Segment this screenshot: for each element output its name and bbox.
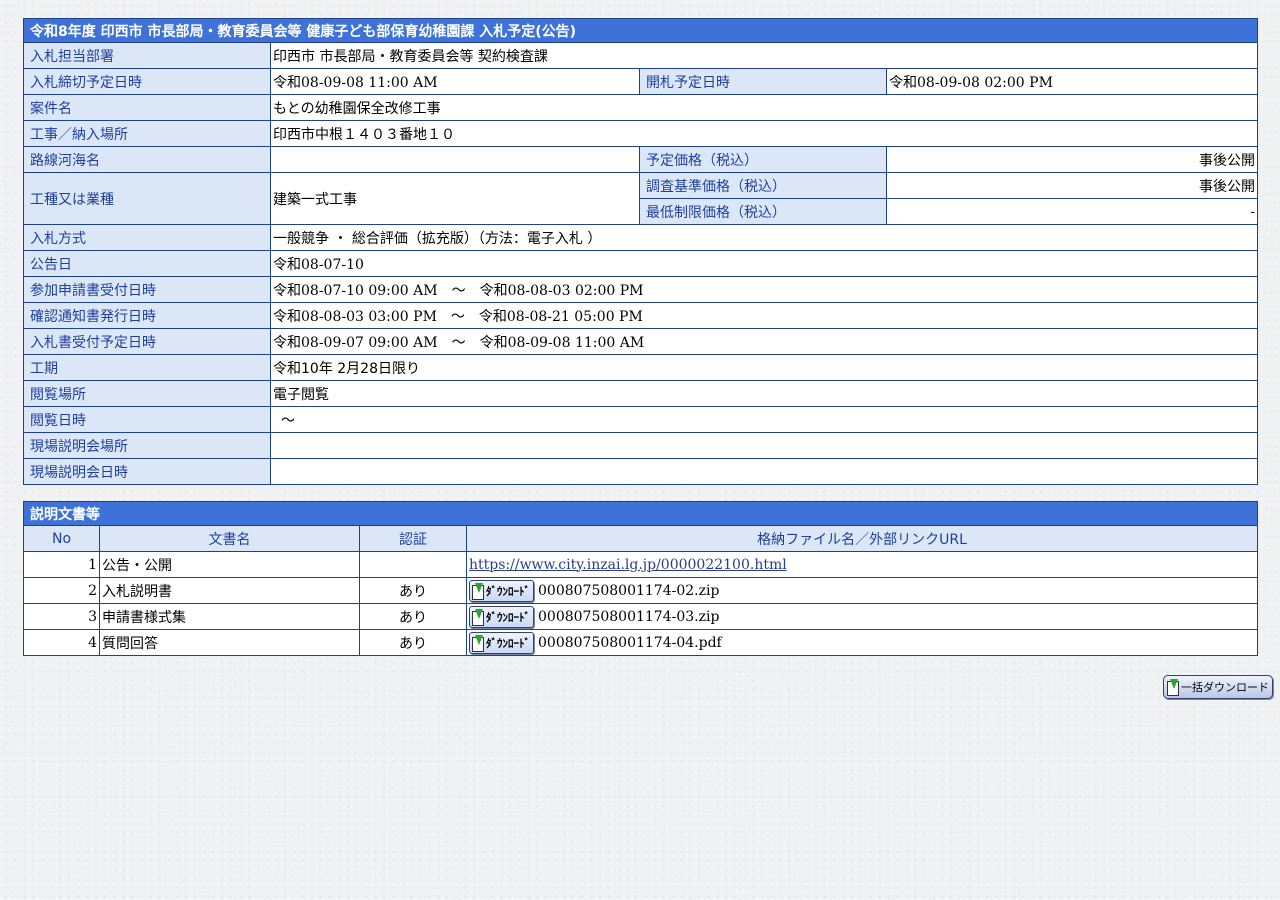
- doc-name: 公告・公開: [99, 551, 360, 578]
- col-header-file: 格納ファイル名／外部リンクURL: [466, 525, 1258, 552]
- value-location: 印西市中根１４０３番地１０: [269, 120, 1259, 147]
- label-location: 工事／納入場所: [23, 120, 271, 147]
- value-work-type: 建築一式工事: [270, 172, 640, 225]
- value-survey-price: 事後公開: [885, 172, 1259, 199]
- value-application: 令和08-07-10 09:00 AM ～ 令和08-08-03 02:00 P…: [269, 276, 1259, 303]
- value-site-place: [269, 432, 1259, 459]
- doc-no: 1: [23, 551, 100, 578]
- label-work-type: 工種又は業種: [23, 172, 271, 225]
- label-survey-price: 調査基準価格（税込）: [639, 172, 887, 199]
- download-button[interactable]: ﾀﾞｳﾝﾛｰﾄﾞ: [469, 605, 534, 628]
- download-button-label: ﾀﾞｳﾝﾛｰﾄﾞ: [486, 584, 530, 598]
- bid-info-title: 令和8年度 印西市 市長部局・教育委員会等 健康子ども部保育幼稚園課 入札予定(…: [22, 18, 1259, 43]
- label-period: 工期: [23, 354, 271, 381]
- doc-cert: あり: [359, 577, 467, 604]
- value-min-price: -: [885, 198, 1259, 225]
- download-button[interactable]: ﾀﾞｳﾝﾛｰﾄﾞ: [469, 631, 534, 654]
- value-method: 一般競争 ・ 総合評価（拡充版）（方法：電子入札 ）: [269, 224, 1259, 251]
- label-method: 入札方式: [23, 224, 271, 251]
- doc-no: 2: [23, 577, 100, 604]
- doc-no: 3: [23, 603, 100, 630]
- bulk-download-label: 一括ダウンロード: [1181, 681, 1269, 694]
- bulk-download-button[interactable]: 一括ダウンロード: [1163, 675, 1273, 699]
- doc-file-cell: ﾀﾞｳﾝﾛｰﾄﾞ 000807508001174-03.zip: [466, 603, 1258, 630]
- value-notice-date: 令和08-07-10: [269, 250, 1259, 277]
- download-icon: [472, 634, 484, 652]
- label-min-price: 最低制限価格（税込）: [639, 198, 887, 225]
- label-site-date: 現場説明会日時: [23, 458, 271, 485]
- label-bid-receipt: 入札書受付予定日時: [23, 328, 271, 355]
- bid-info-table: 令和8年度 印西市 市長部局・教育委員会等 健康子ども部保育幼稚園課 入札予定(…: [22, 18, 1259, 485]
- content-wrapper: 令和8年度 印西市 市長部局・教育委員会等 健康子ども部保育幼稚園課 入札予定(…: [22, 18, 1259, 656]
- col-header-no: No: [23, 525, 100, 552]
- label-opening: 開札予定日時: [639, 68, 887, 95]
- label-view-date: 閲覧日時: [23, 406, 271, 433]
- download-icon: [472, 608, 484, 626]
- label-deadline: 入札締切予定日時: [23, 68, 271, 95]
- value-view-date: ～: [269, 406, 1259, 433]
- download-icon: [472, 582, 484, 600]
- value-planned-price: 事後公開: [885, 146, 1259, 173]
- value-confirm: 令和08-08-03 03:00 PM ～ 令和08-08-21 05:00 P…: [269, 302, 1259, 329]
- download-button[interactable]: ﾀﾞｳﾝﾛｰﾄﾞ: [469, 579, 534, 602]
- doc-file-name: 000807508001174-04.pdf: [538, 634, 722, 651]
- value-period: 令和10年 2月28日限り: [269, 354, 1259, 381]
- label-planned-price: 予定価格（税込）: [639, 146, 887, 173]
- table-row: 2 入札説明書 あり ﾀﾞｳﾝﾛｰﾄﾞ 000807508001174-02.z…: [23, 577, 1258, 604]
- table-row: 3 申請書様式集 あり ﾀﾞｳﾝﾛｰﾄﾞ 000807508001174-03.…: [23, 603, 1258, 630]
- value-dept: 印西市 市長部局・教育委員会等 契約検査課: [269, 42, 1259, 69]
- download-button-label: ﾀﾞｳﾝﾛｰﾄﾞ: [486, 610, 530, 624]
- download-button-label: ﾀﾞｳﾝﾛｰﾄﾞ: [486, 636, 530, 650]
- docs-table: 説明文書等 No 文書名 認証 格納ファイル名／外部リンクURL 1 公告・公開…: [23, 501, 1258, 656]
- doc-file-name: 000807508001174-02.zip: [538, 582, 720, 599]
- docs-title: 説明文書等: [23, 501, 1258, 526]
- label-view-place: 閲覧場所: [23, 380, 271, 407]
- doc-cert: あり: [359, 629, 467, 656]
- col-header-name: 文書名: [99, 525, 360, 552]
- doc-external-link[interactable]: https://www.city.inzai.lg.jp/0000022100.…: [469, 557, 787, 573]
- label-site-place: 現場説明会場所: [23, 432, 271, 459]
- value-site-date: [269, 458, 1259, 485]
- label-route: 路線河海名: [23, 146, 271, 173]
- doc-file-cell: https://www.city.inzai.lg.jp/0000022100.…: [466, 551, 1258, 578]
- doc-file-cell: ﾀﾞｳﾝﾛｰﾄﾞ 000807508001174-04.pdf: [466, 629, 1258, 656]
- label-case-name: 案件名: [23, 94, 271, 121]
- value-deadline: 令和08-09-08 11:00 AM: [270, 68, 640, 95]
- value-view-place: 電子閲覧: [269, 380, 1259, 407]
- doc-cert: [359, 551, 467, 578]
- doc-file-name: 000807508001174-03.zip: [538, 608, 720, 625]
- value-bid-receipt: 令和08-09-07 09:00 AM ～ 令和08-09-08 11:00 A…: [269, 328, 1259, 355]
- value-opening: 令和08-09-08 02:00 PM: [885, 68, 1259, 95]
- doc-name: 質問回答: [99, 629, 360, 656]
- table-row: 4 質問回答 あり ﾀﾞｳﾝﾛｰﾄﾞ 000807508001174-04.pd…: [23, 629, 1258, 656]
- col-header-cert: 認証: [359, 525, 467, 552]
- doc-name: 申請書様式集: [99, 603, 360, 630]
- label-confirm: 確認通知書発行日時: [23, 302, 271, 329]
- table-row: 1 公告・公開 https://www.city.inzai.lg.jp/000…: [23, 551, 1258, 578]
- label-dept: 入札担当部署: [23, 42, 271, 69]
- doc-no: 4: [23, 629, 100, 656]
- value-case-name: もとの幼稚園保全改修工事: [269, 94, 1259, 121]
- doc-cert: あり: [359, 603, 467, 630]
- doc-file-cell: ﾀﾞｳﾝﾛｰﾄﾞ 000807508001174-02.zip: [466, 577, 1258, 604]
- label-notice-date: 公告日: [23, 250, 271, 277]
- doc-name: 入札説明書: [99, 577, 360, 604]
- label-application: 参加申請書受付日時: [23, 276, 271, 303]
- download-icon: [1167, 679, 1179, 696]
- value-route: [270, 146, 640, 173]
